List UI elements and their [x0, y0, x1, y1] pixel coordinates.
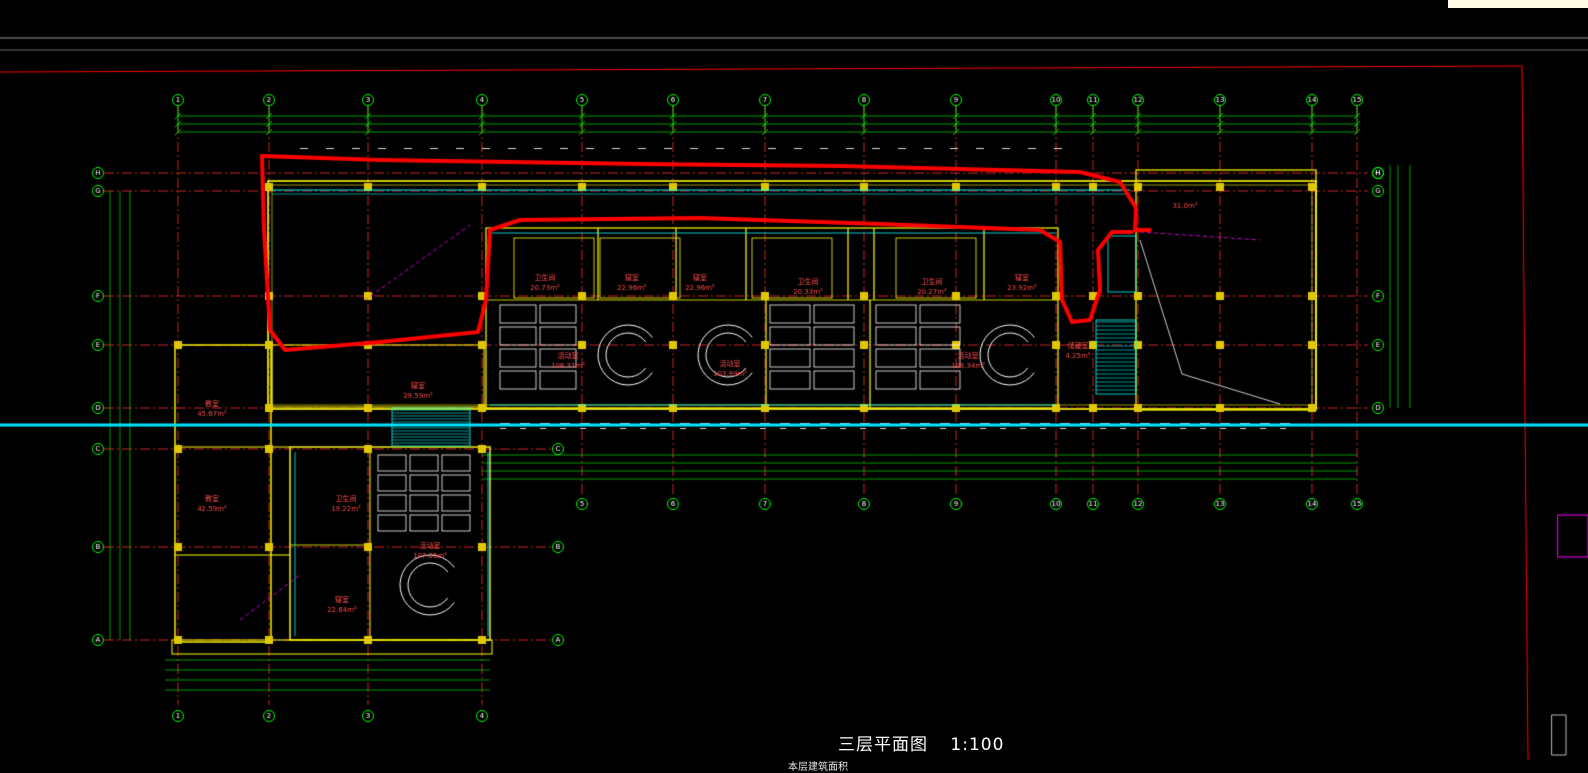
floor-plan-canvas[interactable]	[0, 0, 1588, 771]
drawing-title: 三层平面图	[838, 735, 928, 755]
drawing-scale: 1:100	[950, 735, 1005, 755]
drawing-title-row: 三层平面图 1:100	[838, 730, 1004, 755]
viewport-corner-patch	[1448, 0, 1588, 8]
